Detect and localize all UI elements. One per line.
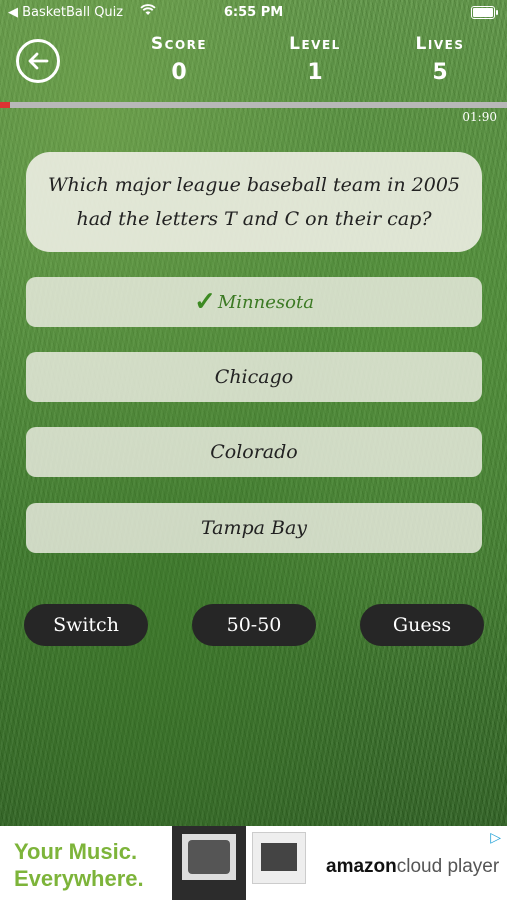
level-stat: Level 1 (255, 34, 375, 85)
back-button[interactable] (16, 39, 60, 83)
arrow-left-icon (28, 52, 49, 70)
answer-label: Colorado (210, 441, 298, 463)
adchoices-icon[interactable]: ▷ (490, 830, 501, 846)
cloud-player-brand: cloud player (396, 856, 500, 877)
status-bar: ◀ BasketBall Quiz 6:55 PM (0, 0, 507, 26)
battery-icon (471, 6, 498, 19)
answer-option-4[interactable]: Tampa Bay (26, 503, 482, 553)
ad-tagline-line-2: Everywhere. (14, 866, 144, 891)
level-label: Level (289, 34, 341, 54)
answer-option-1[interactable]: ✓ Minnesota (26, 277, 482, 327)
question-text: Which major league baseball team in 2005… (47, 174, 461, 230)
album-cover-image-2 (252, 832, 306, 884)
album-cover-image (172, 826, 246, 900)
question-card: Which major league baseball team in 2005… (26, 152, 482, 252)
checkmark-icon: ✓ (194, 287, 216, 317)
score-value: 0 (171, 60, 187, 85)
lives-value: 5 (432, 60, 448, 85)
time-progress-bar (0, 102, 507, 108)
answer-label: Minnesota (217, 291, 314, 313)
amazon-brand: amazon (326, 856, 397, 877)
fifty-fifty-button[interactable]: 50-50 (192, 604, 316, 646)
answer-label: Chicago (214, 366, 294, 388)
amazon-cloud-player-logo: amazoncloud player (326, 856, 499, 878)
ad-tagline: Your Music. Everywhere. (14, 838, 154, 892)
ad-banner[interactable]: Your Music. Everywhere. amazoncloud play… (0, 826, 507, 900)
timer-text: 01:90 (462, 110, 497, 124)
answer-option-2[interactable]: Chicago (26, 352, 482, 402)
time-progress-fill (0, 102, 11, 108)
ad-tagline-line-1: Your Music. (14, 839, 138, 864)
lives-stat: Lives 5 (380, 34, 500, 85)
status-time: 6:55 PM (223, 5, 284, 20)
switch-button[interactable]: Switch (24, 604, 148, 646)
score-label: Score (150, 34, 208, 54)
guess-button[interactable]: Guess (360, 604, 484, 646)
lives-label: Lives (415, 34, 465, 54)
score-stat: Score 0 (119, 34, 239, 85)
level-value: 1 (307, 60, 323, 85)
answer-label: Tampa Bay (200, 517, 308, 539)
grass-background (0, 0, 507, 826)
answer-option-3[interactable]: Colorado (26, 427, 482, 477)
